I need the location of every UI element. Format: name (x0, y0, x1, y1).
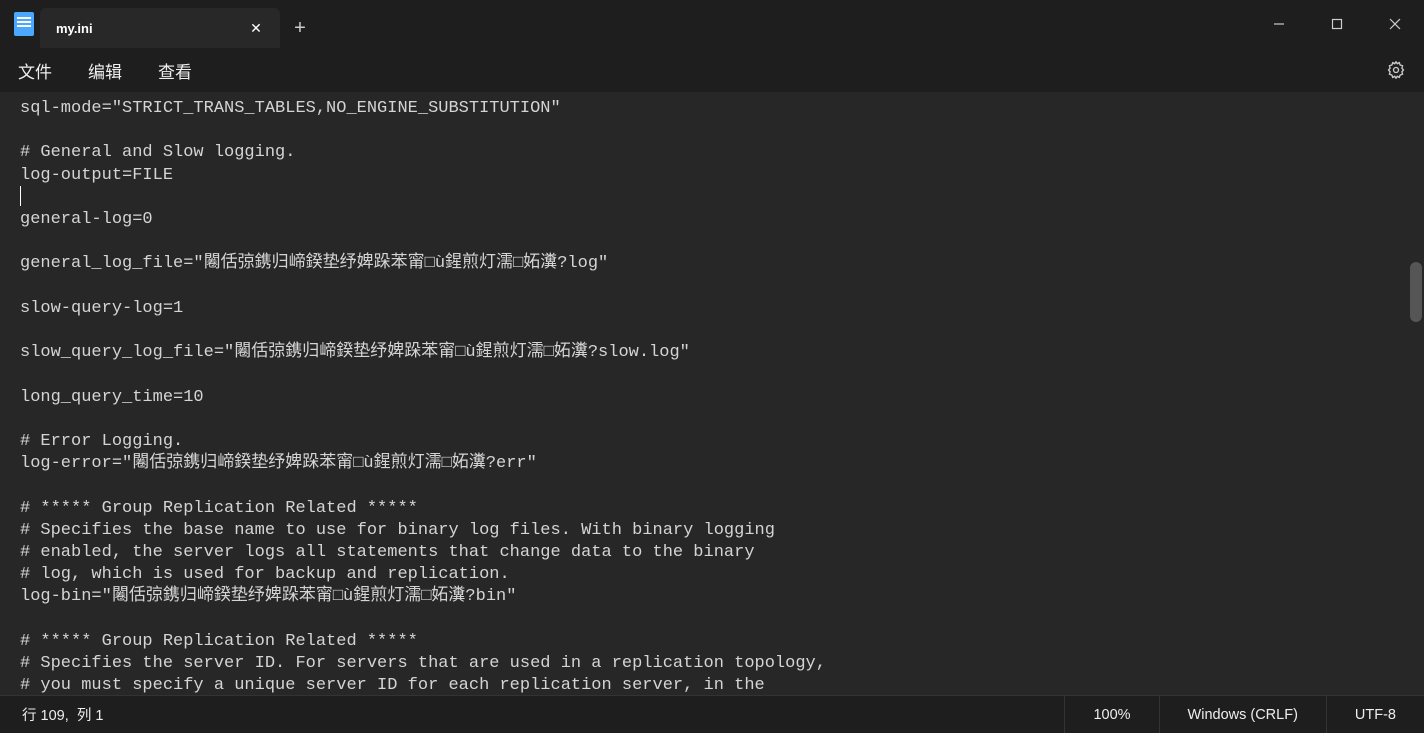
close-tab-button[interactable]: ✕ (244, 16, 268, 40)
vertical-scrollbar[interactable] (1408, 92, 1422, 695)
title-bar: my.ini ✕ + (0, 0, 1424, 48)
scrollbar-thumb[interactable] (1410, 262, 1422, 322)
cursor-position[interactable]: 行 109, 列 1 (0, 704, 103, 725)
tab-active[interactable]: my.ini ✕ (40, 8, 280, 48)
window-controls (1250, 0, 1424, 48)
line-number: 109 (41, 708, 65, 724)
menu-file[interactable]: 文件 (12, 52, 58, 89)
app-icon (8, 0, 40, 48)
editor-content[interactable]: sql-mode="STRICT_TRANS_TABLES,NO_ENGINE_… (20, 98, 1404, 695)
settings-button[interactable] (1374, 60, 1418, 80)
menu-bar: 文件 编辑 查看 (0, 48, 1424, 92)
line-label: 行 (22, 708, 37, 724)
zoom-level[interactable]: 100% (1064, 696, 1158, 733)
tab-strip: my.ini ✕ + (40, 0, 320, 48)
minimize-button[interactable] (1250, 0, 1308, 48)
col-number: 1 (95, 708, 103, 724)
close-window-button[interactable] (1366, 0, 1424, 48)
new-tab-button[interactable]: + (280, 8, 320, 48)
editor-area[interactable]: sql-mode="STRICT_TRANS_TABLES,NO_ENGINE_… (0, 92, 1424, 695)
text-cursor (20, 186, 21, 206)
tab-label: my.ini (52, 21, 236, 36)
maximize-button[interactable] (1308, 0, 1366, 48)
col-label: 列 (77, 708, 92, 724)
menu-edit[interactable]: 编辑 (82, 52, 128, 89)
status-bar: 行 109, 列 1 100% Windows (CRLF) UTF-8 (0, 695, 1424, 733)
encoding[interactable]: UTF-8 (1326, 696, 1424, 733)
menu-view[interactable]: 查看 (152, 52, 198, 89)
line-ending[interactable]: Windows (CRLF) (1159, 696, 1326, 733)
